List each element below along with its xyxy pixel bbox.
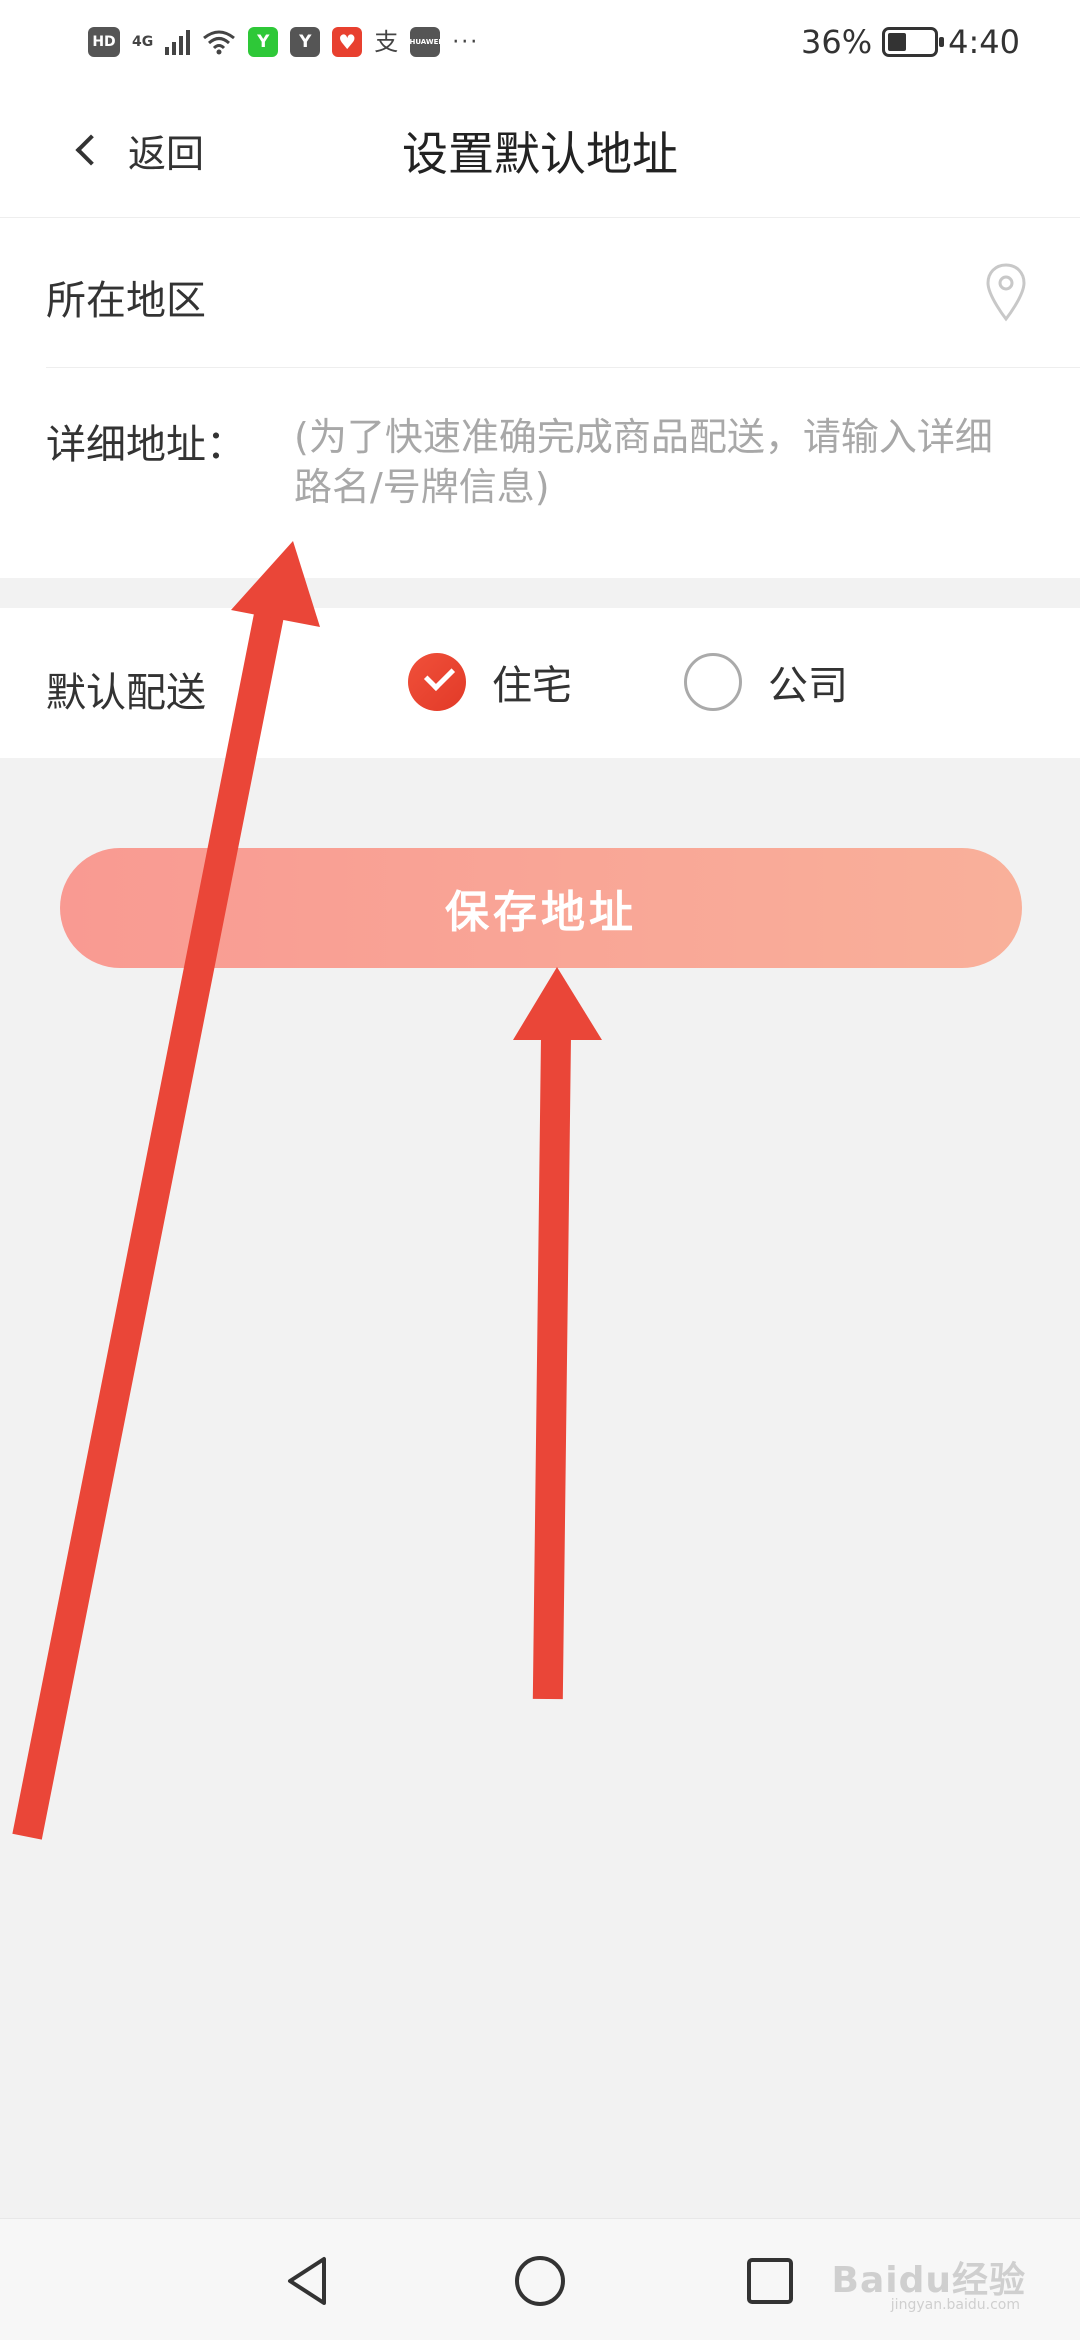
app-y-green-icon: Y xyxy=(248,27,279,57)
navigation-bar: 返回 设置默认地址 xyxy=(0,82,1080,218)
radio-checked-icon[interactable] xyxy=(408,653,466,711)
save-address-button[interactable]: 保存地址 xyxy=(60,848,1022,968)
address-form: 所在地区 详细地址： xyxy=(0,218,1080,578)
detail-address-label: 详细地址： xyxy=(46,422,246,468)
triangle-back-icon[interactable] xyxy=(276,2249,340,2313)
baidu-watermark-domain: jingyan.baidu.com xyxy=(890,2297,1020,2313)
region-row[interactable]: 所在地区 xyxy=(46,218,1080,368)
baidu-watermark: Baidu经验 xyxy=(831,2260,1026,2301)
default-delivery-row: 默认配送 住宅 公司 xyxy=(0,608,1080,758)
location-pin-icon[interactable] xyxy=(984,262,1028,324)
huawei-icon: HUAWEI xyxy=(409,27,441,57)
detail-address-row: 详细地址： xyxy=(46,368,1080,578)
battery-level xyxy=(888,33,907,51)
status-icons-right: 36% 4:40 xyxy=(801,20,1020,64)
delivery-option-home[interactable]: 住宅 xyxy=(408,652,572,712)
default-delivery-label: 默认配送 xyxy=(46,670,206,716)
status-bar: HD 4G Y Y ♥ 支 HUAWEI ··· 36% 4:40 xyxy=(0,0,1080,82)
app-heart-icon: ♥ xyxy=(332,27,363,57)
delivery-option-company-label: 公司 xyxy=(768,663,848,709)
delivery-option-home-label: 住宅 xyxy=(492,663,572,709)
square-recent-icon[interactable] xyxy=(738,2249,802,2313)
more-notifications-icon: ··· xyxy=(452,29,480,55)
region-label: 所在地区 xyxy=(46,278,206,324)
delivery-option-company[interactable]: 公司 xyxy=(684,652,848,712)
hd-badge: HD xyxy=(88,27,120,57)
signal-icon xyxy=(165,29,191,55)
system-navigation-bar: Baidu经验 jingyan.baidu.com xyxy=(0,2218,1080,2340)
app-y-dark-icon: Y xyxy=(290,27,321,57)
wifi-icon xyxy=(203,30,236,55)
battery-icon xyxy=(882,27,945,57)
clock: 4:40 xyxy=(948,23,1020,61)
battery-percent: 36% xyxy=(801,23,873,61)
page-title: 设置默认地址 xyxy=(402,127,678,181)
alipay-icon: 支 xyxy=(374,28,399,56)
arrow-to-save-button xyxy=(513,967,602,1700)
circle-home-icon[interactable] xyxy=(508,2249,572,2313)
radio-unchecked-icon[interactable] xyxy=(684,653,742,711)
status-icons-left: HD 4G Y Y ♥ 支 HUAWEI ··· xyxy=(88,22,479,62)
detail-address-input[interactable] xyxy=(294,412,1030,522)
network-type: 4G xyxy=(132,34,154,50)
